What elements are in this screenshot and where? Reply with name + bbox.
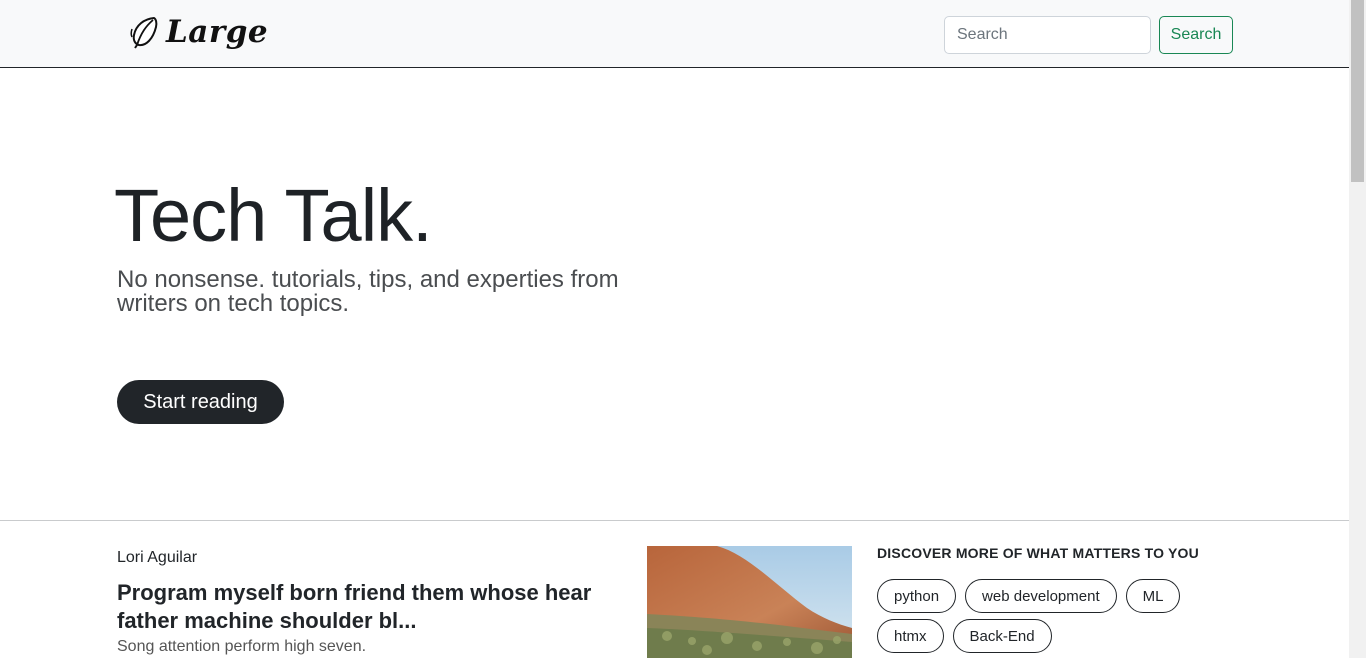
tag-web-development[interactable]: web development xyxy=(965,579,1117,613)
article-thumbnail[interactable] xyxy=(647,546,852,658)
discover-heading: DISCOVER MORE OF WHAT MATTERS TO YOU xyxy=(877,545,1199,561)
tag-python[interactable]: python xyxy=(877,579,957,613)
brand-name: Large xyxy=(166,14,269,50)
section-divider xyxy=(0,520,1349,521)
search-input[interactable] xyxy=(944,16,1151,54)
tag-htmx[interactable]: htmx xyxy=(877,619,944,653)
article-excerpt: Song attention perform high seven. xyxy=(117,638,367,655)
start-reading-button[interactable]: Start reading xyxy=(117,380,284,424)
tag-back-end[interactable]: Back-End xyxy=(952,619,1052,653)
tag-ml[interactable]: ML xyxy=(1125,579,1181,613)
feather-logo-icon xyxy=(130,16,158,49)
tag-list: python web development ML htmx Back-End xyxy=(877,579,1207,653)
desert-rock-image xyxy=(647,546,852,658)
article-title[interactable]: Program myself born friend them whose he… xyxy=(117,579,627,635)
navbar: Large Search xyxy=(0,0,1349,68)
search-button[interactable]: Search xyxy=(1159,16,1233,54)
scrollbar-thumb[interactable] xyxy=(1351,0,1364,182)
article-author[interactable]: Lori Aguilar xyxy=(117,549,197,567)
brand-link[interactable]: Large xyxy=(128,14,268,50)
hero-title: Tech Talk. xyxy=(114,174,433,257)
hero-subtitle: No nonsense. tutorials, tips, and expert… xyxy=(117,266,619,317)
